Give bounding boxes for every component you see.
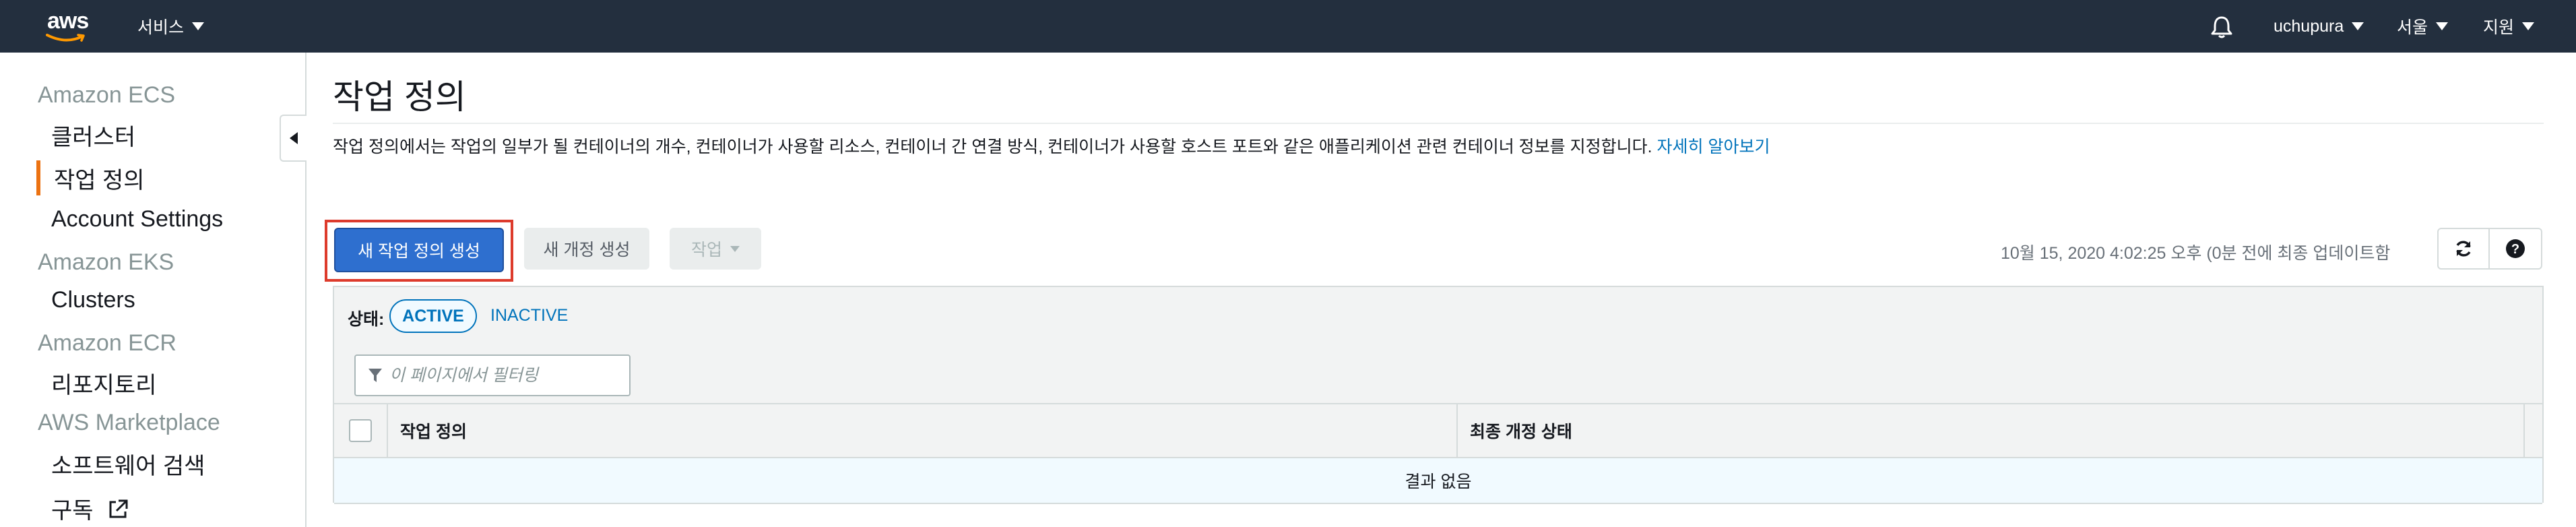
table-header: 작업 정의 최종 개정 상태 bbox=[334, 404, 2542, 458]
sidebar-item-software-search[interactable]: 소프트웨어 검색 bbox=[51, 447, 205, 480]
sidebar-item-repositories[interactable]: 리포지토리 bbox=[51, 367, 156, 400]
services-menu-label: 서비스 bbox=[137, 18, 185, 37]
create-revision-button[interactable]: 새 개정 생성 bbox=[524, 228, 649, 270]
empty-results-row: 결과 없음 bbox=[334, 458, 2542, 504]
caret-down-icon bbox=[192, 22, 205, 30]
actions-dropdown: 작업 bbox=[670, 228, 761, 270]
title-divider bbox=[333, 123, 2544, 124]
learn-more-link[interactable]: 자세히 알아보기 bbox=[1657, 137, 1770, 156]
aws-smile-icon bbox=[46, 34, 85, 42]
sidebar-item-eks-clusters[interactable]: Clusters bbox=[51, 287, 135, 313]
aws-logo-text: aws bbox=[47, 8, 89, 34]
sidebar-section-eks: Amazon EKS bbox=[38, 249, 174, 275]
status-active-toggle[interactable]: ACTIVE bbox=[389, 299, 477, 333]
external-link-icon bbox=[109, 499, 128, 518]
task-definitions-table: 상태: ACTIVE INACTIVE 작업 정의 최종 개정 상태 결과 없음 bbox=[333, 286, 2544, 504]
region-menu[interactable]: 서울 bbox=[2397, 0, 2449, 53]
user-menu[interactable]: uchupura bbox=[2274, 0, 2364, 53]
bell-icon[interactable] bbox=[2208, 13, 2235, 40]
support-menu[interactable]: 지원 bbox=[2483, 0, 2535, 53]
caret-down-icon bbox=[730, 245, 740, 252]
top-navigation-bar: aws 서비스 uchupura 서울 지원 bbox=[0, 0, 2576, 53]
column-separator bbox=[2523, 404, 2525, 457]
sidebar-collapse-button[interactable] bbox=[280, 115, 307, 162]
filter-icon bbox=[368, 369, 382, 382]
sidebar-item-subscriptions-label: 구독 bbox=[51, 498, 94, 524]
caret-down-icon bbox=[2522, 22, 2535, 30]
caret-down-icon bbox=[2352, 22, 2364, 30]
sidebar-section-ecr: Amazon ECR bbox=[38, 330, 176, 356]
svg-text:?: ? bbox=[2511, 242, 2519, 257]
status-label: 상태: bbox=[348, 310, 385, 329]
page-description: 작업 정의에서는 작업의 일부가 될 컨테이너의 개수, 컨테이너가 사용할 리… bbox=[333, 133, 1770, 158]
services-menu[interactable]: 서비스 bbox=[137, 0, 205, 53]
sidebar-item-task-definitions[interactable]: 작업 정의 bbox=[54, 162, 145, 195]
support-menu-label: 지원 bbox=[2483, 18, 2515, 37]
sidebar-section-marketplace: AWS Marketplace bbox=[38, 410, 220, 435]
collapse-left-icon bbox=[290, 132, 298, 144]
status-inactive-toggle[interactable]: INACTIVE bbox=[490, 306, 568, 326]
create-task-definition-button[interactable]: 새 작업 정의 생성 bbox=[334, 228, 504, 272]
user-menu-label: uchupura bbox=[2274, 16, 2344, 36]
caret-down-icon bbox=[2436, 22, 2449, 30]
description-text: 작업 정의에서는 작업의 일부가 될 컨테이너의 개수, 컨테이너가 사용할 리… bbox=[333, 137, 1652, 156]
select-all-cell bbox=[334, 404, 388, 457]
column-header-latest-revision-status[interactable]: 최종 개정 상태 bbox=[1458, 404, 1572, 457]
sidebar-section-ecs: Amazon ECS bbox=[38, 82, 176, 108]
active-indicator bbox=[36, 160, 40, 195]
actions-dropdown-label: 작업 bbox=[690, 241, 722, 259]
region-menu-label: 서울 bbox=[2397, 18, 2428, 37]
sidebar-item-account-settings[interactable]: Account Settings bbox=[51, 206, 223, 232]
filter-bar: 상태: ACTIVE INACTIVE bbox=[334, 287, 2542, 404]
help-button[interactable]: ? bbox=[2490, 228, 2542, 270]
refresh-icon bbox=[2456, 241, 2471, 257]
filter-input[interactable] bbox=[389, 365, 618, 385]
aws-logo[interactable]: aws bbox=[40, 5, 94, 46]
sidebar-item-subscriptions[interactable]: 구독 bbox=[51, 492, 129, 525]
help-icon: ? bbox=[2506, 239, 2525, 258]
last-updated-timestamp: 10월 15, 2020 4:02:25 오후 (0분 전에 최종 업데이트함 bbox=[2001, 244, 2391, 263]
sidebar: Amazon ECS 클러스터 작업 정의 Account Settings A… bbox=[0, 53, 307, 527]
select-all-checkbox[interactable] bbox=[349, 419, 372, 442]
page-title: 작업 정의 bbox=[333, 78, 466, 116]
refresh-button[interactable] bbox=[2437, 228, 2490, 270]
sidebar-item-clusters[interactable]: 클러스터 bbox=[51, 119, 135, 152]
column-header-task-definition[interactable]: 작업 정의 bbox=[388, 404, 467, 457]
filter-field[interactable] bbox=[354, 354, 631, 396]
